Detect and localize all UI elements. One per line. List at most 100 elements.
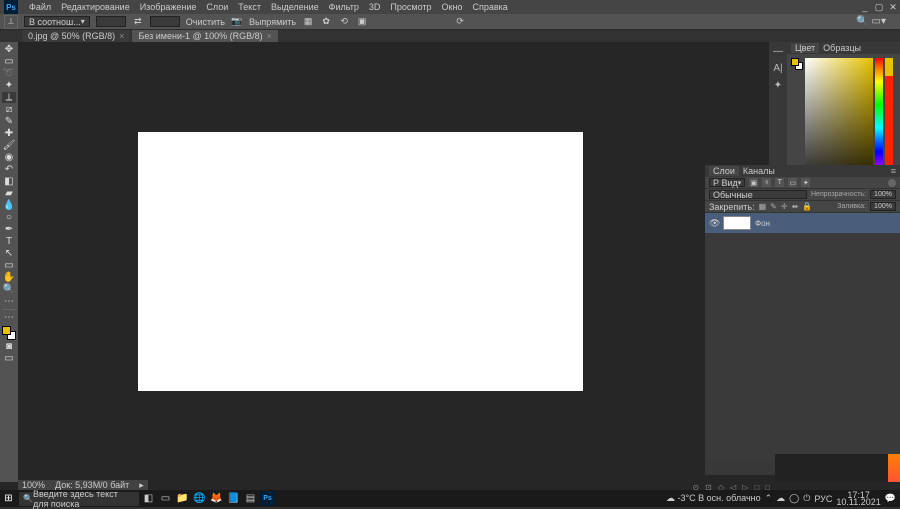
color-fg[interactable] <box>791 58 799 66</box>
active-tool-icon[interactable]: ⟂ <box>4 15 18 29</box>
tab-close-icon[interactable]: × <box>119 31 124 41</box>
filter-text-icon[interactable]: T <box>775 178 784 187</box>
weather-widget[interactable]: ☁ -3°C В осн. облачно <box>666 493 761 504</box>
tray-icon[interactable]: ⌃ <box>765 493 773 504</box>
status-arrow-icon[interactable]: ▸ <box>139 480 144 491</box>
fill-input[interactable]: 100% <box>870 202 896 211</box>
path-tool[interactable]: ↖ <box>2 248 16 259</box>
clear-button[interactable]: Очистить <box>186 17 225 27</box>
filter-type-select[interactable]: Р Вид ▾ <box>709 178 745 187</box>
hand-tool[interactable]: ✋ <box>2 272 16 283</box>
reset-icon[interactable]: ⟲ <box>338 16 350 28</box>
pen-tool[interactable]: ✒ <box>2 224 16 235</box>
move-tool[interactable]: ✥ <box>2 44 16 55</box>
taskbar-app-icon[interactable]: ▭ <box>158 491 173 506</box>
layer-list[interactable]: 👁 Фон <box>705 213 900 461</box>
lock-pixels-icon[interactable]: ▦ <box>759 202 767 211</box>
tray-icon[interactable]: ◯ <box>789 493 799 504</box>
shape-tool[interactable]: ▭ <box>2 260 16 271</box>
lang-indicator[interactable]: РУС <box>814 494 832 504</box>
lock-artboard-icon[interactable]: ⬌ <box>792 202 799 211</box>
menu-window[interactable]: Окно <box>437 2 468 12</box>
crop-ratio-select[interactable]: В соотнош... ▾ <box>24 16 90 27</box>
foreground-color[interactable] <box>2 326 11 335</box>
tab-swatches[interactable]: Образцы <box>819 43 865 53</box>
doc-tab-1[interactable]: 0.jpg @ 50% (RGB/8)× <box>22 30 130 42</box>
filter-adjust-icon[interactable]: ⬨ <box>762 178 771 187</box>
maximize-button[interactable]: ▢ <box>872 0 886 14</box>
straighten-button[interactable]: Выпрямить <box>249 17 296 27</box>
crop-width-input[interactable] <box>96 16 126 27</box>
search-icon[interactable]: 🔍 ▭▾ <box>856 16 886 27</box>
gradient-tool[interactable]: ▰ <box>2 188 16 199</box>
screenmode-tool[interactable]: ▭ <box>2 353 16 364</box>
edit-toolbar[interactable]: ⋯ <box>2 312 16 323</box>
tab-color[interactable]: Цвет <box>791 43 819 53</box>
blur-tool[interactable]: 💧 <box>2 200 16 211</box>
history-brush-tool[interactable]: ↶ <box>2 164 16 175</box>
menu-3d[interactable]: 3D <box>364 2 386 12</box>
swap-icon[interactable]: ⇄ <box>132 16 144 28</box>
filter-shape-icon[interactable]: ▭ <box>788 178 797 187</box>
grid-icon[interactable]: ▦ <box>302 16 314 28</box>
heal-tool[interactable]: ✚ <box>2 128 16 139</box>
clock[interactable]: 17:17 10.11.2021 <box>836 492 880 506</box>
contentaware-icon[interactable]: ▣ <box>356 16 368 28</box>
tab-channels[interactable]: Каналы <box>739 166 779 176</box>
update-icon[interactable]: ⟳ <box>454 16 466 28</box>
filter-pixel-icon[interactable]: ▣ <box>749 178 758 187</box>
lock-all-icon[interactable]: 🔒 <box>802 202 812 211</box>
visibility-icon[interactable]: 👁 <box>709 218 719 229</box>
eraser-tool[interactable]: ◧ <box>2 176 16 187</box>
type-tool[interactable]: T <box>2 236 16 247</box>
onedrive-icon[interactable]: ☁ <box>776 493 785 504</box>
taskbar-app-icon[interactable]: 📘 <box>226 491 241 506</box>
more-tools[interactable]: ⋯ <box>2 296 16 307</box>
menu-filter[interactable]: Фильтр <box>324 2 364 12</box>
notification-icon[interactable]: 💬 <box>885 493 896 504</box>
menu-text[interactable]: Текст <box>233 2 266 12</box>
tab-close-icon[interactable]: × <box>267 31 272 41</box>
menu-edit[interactable]: Редактирование <box>56 2 135 12</box>
color-fgbg[interactable] <box>791 58 803 70</box>
layer-thumbnail[interactable] <box>723 216 751 230</box>
close-button[interactable]: ✕ <box>886 0 900 14</box>
char-panel-icon[interactable]: A| <box>773 63 782 74</box>
fgbg-colors[interactable] <box>2 326 16 340</box>
wand-tool[interactable]: ✦ <box>2 80 16 91</box>
menu-select[interactable]: Выделение <box>266 2 324 12</box>
filter-toggle[interactable] <box>888 179 896 187</box>
blend-mode-select[interactable]: Обычные <box>709 190 807 199</box>
frame-tool[interactable]: ⧄ <box>2 104 16 115</box>
crop-tool[interactable]: ⟂ <box>2 92 16 103</box>
filter-smart-icon[interactable]: ✦ <box>801 178 810 187</box>
menu-help[interactable]: Справка <box>467 2 512 12</box>
chrome-icon[interactable]: 🌐 <box>192 491 207 506</box>
layers-menu-icon[interactable]: ≡ <box>891 166 900 176</box>
lock-position-icon[interactable]: ✛ <box>781 202 788 211</box>
firefox-icon[interactable]: 🦊 <box>209 491 224 506</box>
opacity-input[interactable]: 100% <box>870 190 896 199</box>
strip-icon[interactable]: — <box>773 46 783 57</box>
straighten-icon[interactable]: 📷 <box>231 16 243 28</box>
tab-layers[interactable]: Слои <box>709 166 739 176</box>
brush-tool[interactable]: 🖌 <box>2 140 16 151</box>
quickmask-tool[interactable]: ◙ <box>2 341 16 352</box>
crop-height-input[interactable] <box>150 16 180 27</box>
photoshop-taskbar-icon[interactable]: Ps <box>260 491 275 506</box>
marquee-tool[interactable]: ▭ <box>2 56 16 67</box>
stamp-tool[interactable]: ◉ <box>2 152 16 163</box>
menu-file[interactable]: Файл <box>24 2 56 12</box>
lasso-tool[interactable]: ➰ <box>2 68 16 79</box>
doc-tab-2[interactable]: Без имени-1 @ 100% (RGB/8)× <box>132 30 278 42</box>
taskbar-app-icon[interactable]: ▤ <box>243 491 258 506</box>
layer-name[interactable]: Фон <box>755 219 770 228</box>
menu-layers[interactable]: Слои <box>201 2 233 12</box>
eyedropper-tool[interactable]: ✎ <box>2 116 16 127</box>
explorer-icon[interactable]: 📁 <box>175 491 190 506</box>
para-panel-icon[interactable]: ✦ <box>774 80 782 91</box>
start-button[interactable]: ⊞ <box>0 490 17 507</box>
taskview-icon[interactable]: ◧ <box>141 491 156 506</box>
dodge-tool[interactable]: ○ <box>2 212 16 223</box>
taskbar-search[interactable]: 🔍 Введите здесь текст для поиска <box>19 492 139 506</box>
